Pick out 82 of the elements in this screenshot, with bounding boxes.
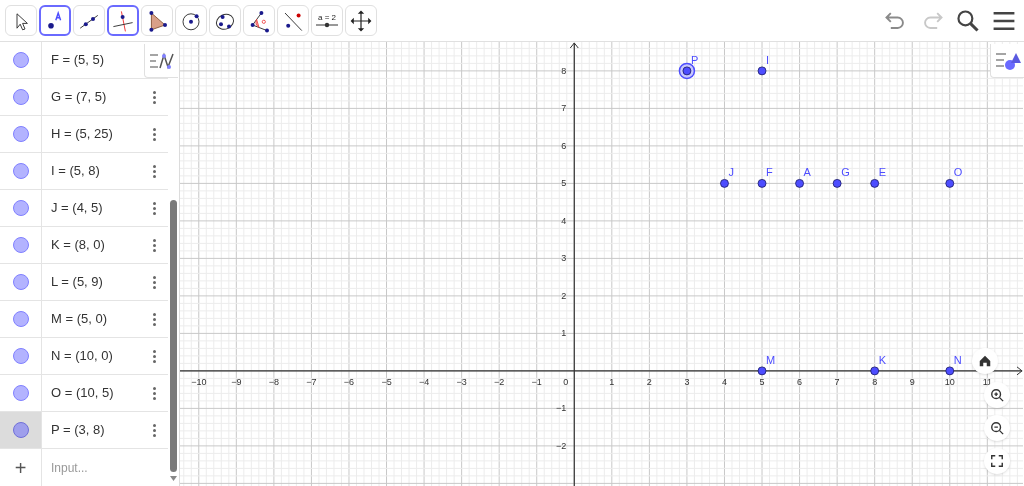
four-way-arrow-icon xyxy=(349,8,373,33)
scrollbar-thumb[interactable] xyxy=(170,200,177,472)
tick-label: 2 xyxy=(646,376,652,387)
point-marker[interactable] xyxy=(682,66,692,76)
point-label: O xyxy=(953,166,963,179)
point-marker[interactable] xyxy=(945,366,955,376)
algebra-entry[interactable]: I = (5, 8) xyxy=(51,161,100,181)
slider-icon xyxy=(316,21,338,28)
point-label: K xyxy=(878,353,886,366)
tick-label: −5 xyxy=(381,376,392,387)
origin-label: 0 xyxy=(563,376,569,387)
tick-label: 6 xyxy=(797,376,803,387)
tick-label: 4 xyxy=(721,376,727,387)
add-icon[interactable]: + xyxy=(14,457,27,478)
tick-label: 3 xyxy=(684,376,690,387)
point-label: M xyxy=(766,353,776,366)
tick-label: −10 xyxy=(191,376,207,387)
tick-label: 8 xyxy=(872,376,878,387)
tick-label: 9 xyxy=(909,376,915,387)
point-marker[interactable] xyxy=(720,179,729,188)
algebra-entry[interactable]: N = (10, 0) xyxy=(51,346,113,366)
algebra-entry[interactable]: H = (5, 25) xyxy=(51,124,113,144)
tick-label: 8 xyxy=(561,65,567,76)
tick-label: −2 xyxy=(556,440,567,451)
tick-label: −6 xyxy=(343,376,355,387)
tick-label: 3 xyxy=(561,253,567,264)
point-marker[interactable] xyxy=(757,66,767,76)
tick-label: 7 xyxy=(561,103,567,114)
tool-button[interactable]: a = 2 xyxy=(311,5,343,36)
fullscreen-icon xyxy=(990,454,1004,468)
point-label: F xyxy=(766,166,773,179)
point-marker[interactable] xyxy=(870,179,880,188)
tick-label: −7 xyxy=(306,376,317,387)
tick-label: 5 xyxy=(561,178,567,189)
tick-label: 5 xyxy=(759,376,765,387)
tick-label: 2 xyxy=(561,290,567,301)
tick-label: −9 xyxy=(231,376,242,387)
home-icon xyxy=(978,354,992,368)
tick-label: 1 xyxy=(609,376,615,387)
algebra-entry[interactable]: O = (10, 5) xyxy=(51,383,114,403)
tick-label: 6 xyxy=(561,140,567,151)
tick-label: 1 xyxy=(561,328,567,339)
point-label: E xyxy=(878,166,886,179)
graphics-style-button[interactable] xyxy=(990,44,1024,78)
algebra-entry[interactable]: G = (7, 5) xyxy=(51,87,107,107)
graph-style-icon xyxy=(148,51,175,70)
point-marker[interactable] xyxy=(757,366,767,376)
algebra-entry[interactable]: F = (5, 5) xyxy=(51,50,105,70)
point-label: J xyxy=(728,166,734,179)
zoom-out-button[interactable] xyxy=(984,415,1010,441)
tool-button[interactable] xyxy=(39,5,71,36)
point-label: G xyxy=(841,166,850,179)
perpendicular-lines-icon xyxy=(111,8,135,33)
algebra-entry[interactable]: M = (5, 0) xyxy=(51,309,107,329)
algebra-style-button[interactable] xyxy=(144,44,178,78)
point-marker[interactable] xyxy=(870,366,880,376)
tick-label: −1 xyxy=(531,376,542,387)
algebra-entry[interactable]: P = (3, 8) xyxy=(51,420,105,440)
point-marker[interactable] xyxy=(945,179,955,188)
algebra-entry[interactable]: L = (5, 9) xyxy=(51,272,103,292)
zoom-in-icon xyxy=(990,388,1004,402)
input-field[interactable]: Input... xyxy=(42,449,168,486)
tick-label: −2 xyxy=(494,376,505,387)
point-marker[interactable] xyxy=(832,179,842,188)
tick-label: −3 xyxy=(456,376,467,387)
point-label: N xyxy=(953,353,962,366)
algebra-entry[interactable]: K = (8, 0) xyxy=(51,235,105,255)
scroll-down-icon[interactable] xyxy=(170,476,177,481)
zoom-out-icon xyxy=(990,421,1004,435)
fullscreen-button[interactable] xyxy=(984,448,1010,474)
point-marker[interactable] xyxy=(757,179,767,188)
tick-label: 10 xyxy=(944,376,955,387)
algebra-entry[interactable]: J = (4, 5) xyxy=(51,198,103,218)
point-marker[interactable] xyxy=(795,179,804,188)
point-label: I xyxy=(766,53,770,66)
tick-label: −4 xyxy=(418,376,430,387)
tick-label: 7 xyxy=(834,376,840,387)
tick-label: −8 xyxy=(268,376,279,387)
point-label: P xyxy=(690,53,699,66)
tick-label: −1 xyxy=(556,403,567,414)
tick-label: 4 xyxy=(561,215,567,226)
point-label: A xyxy=(803,166,811,179)
